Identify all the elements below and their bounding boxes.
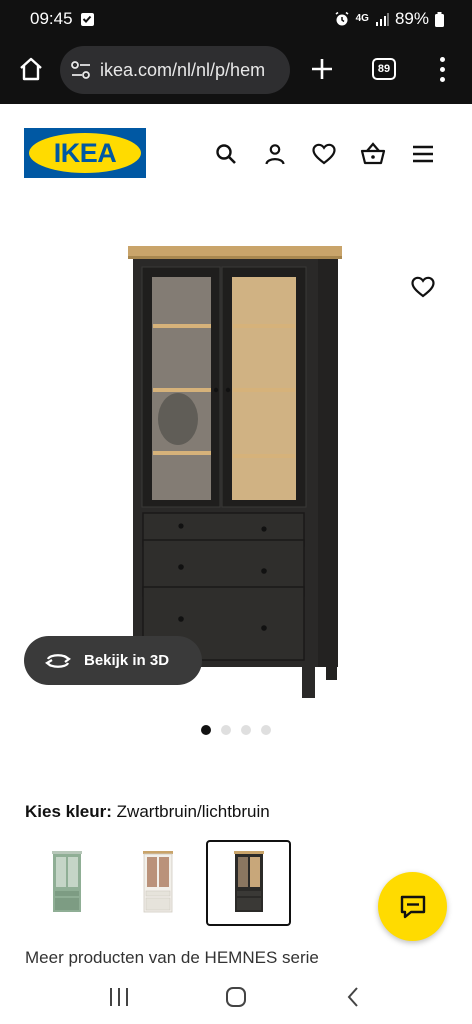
search-button[interactable] — [212, 140, 240, 168]
account-icon — [265, 144, 285, 165]
logo-oval: IKEA — [29, 133, 141, 173]
heart-icon — [312, 143, 336, 165]
new-tab-button[interactable] — [306, 52, 338, 86]
home-nav-button[interactable] — [216, 977, 256, 1017]
carousel-dot[interactable] — [221, 725, 231, 735]
carousel-dot[interactable] — [261, 725, 271, 735]
chat-icon — [400, 895, 425, 918]
recent-apps-icon — [109, 988, 128, 1006]
view-3d-label: Bekijk in 3D — [84, 652, 170, 669]
home-nav-icon — [225, 987, 246, 1007]
menu-dot-icon — [439, 66, 445, 72]
view-in-3d-button[interactable]: Bekijk in 3D — [24, 636, 202, 685]
hamburger-menu-icon — [413, 145, 433, 163]
add-to-wishlist-button[interactable] — [408, 272, 438, 302]
notification-check-icon — [80, 12, 94, 26]
menu-button[interactable] — [409, 140, 437, 168]
battery-percent: 89% — [394, 9, 429, 28]
carousel-indicators — [0, 725, 472, 735]
color-swatch-white[interactable] — [115, 840, 200, 926]
browser-menu-button[interactable] — [428, 52, 456, 86]
carousel-dot[interactable] — [201, 725, 211, 735]
chat-button[interactable] — [378, 872, 447, 941]
tab-count: 89 — [377, 63, 391, 75]
black-brown-cabinet-thumbnail — [233, 851, 264, 912]
green-cabinet-thumbnail — [51, 851, 82, 912]
status-time: 09:45 — [30, 9, 73, 28]
address-bar[interactable]: ikea.com/nl/nl/p/hem — [60, 46, 290, 94]
logo-text: IKEA — [53, 137, 117, 168]
alarm-icon — [335, 11, 349, 26]
search-icon — [216, 144, 236, 164]
wishlist-button[interactable] — [310, 140, 338, 168]
ikea-logo[interactable]: IKEA — [24, 128, 146, 178]
more-products-text[interactable]: Meer producten van de HEMNES serie — [25, 948, 319, 968]
status-bar: 09:45 4G 89% — [0, 0, 472, 38]
signal-icon — [375, 13, 389, 26]
tab-switcher-button[interactable]: 89 — [372, 58, 396, 80]
plus-icon — [312, 59, 332, 79]
rotate-3d-icon — [45, 653, 71, 668]
site-header: IKEA — [0, 104, 472, 204]
basket-icon — [360, 142, 386, 165]
account-button[interactable] — [261, 140, 289, 168]
url-text: ikea.com/nl/nl/p/hem — [100, 59, 266, 80]
carousel-dot[interactable] — [241, 725, 251, 735]
heart-icon — [411, 276, 435, 298]
color-swatch-green[interactable] — [24, 840, 109, 926]
browser-toolbar: ikea.com/nl/nl/p/hem 89 — [0, 38, 472, 104]
back-icon — [347, 987, 359, 1007]
back-nav-button[interactable] — [333, 977, 373, 1017]
battery-icon — [435, 11, 444, 27]
site-settings-icon — [71, 61, 90, 79]
color-label-title: Kies kleur: — [25, 802, 112, 821]
color-swatches — [24, 840, 291, 926]
recent-apps-button[interactable] — [99, 977, 139, 1017]
status-left: 09:45 — [30, 9, 94, 29]
basket-button[interactable] — [359, 140, 387, 168]
network-type: 4G — [355, 13, 369, 24]
status-right: 4G 89% — [334, 9, 444, 29]
color-value: Zwartbruin/lichtbruin — [116, 802, 270, 821]
menu-dot-icon — [439, 76, 445, 82]
product-image-carousel[interactable]: Bekijk in 3D — [0, 204, 472, 724]
home-icon — [20, 57, 42, 81]
menu-dot-icon — [439, 56, 445, 62]
color-selection-label: Kies kleur: Zwartbruin/lichtbruin — [25, 802, 270, 822]
color-swatch-black-brown[interactable] — [206, 840, 291, 926]
android-nav-bar — [0, 970, 472, 1024]
white-cabinet-thumbnail — [142, 851, 173, 913]
browser-home-button[interactable] — [14, 52, 48, 86]
